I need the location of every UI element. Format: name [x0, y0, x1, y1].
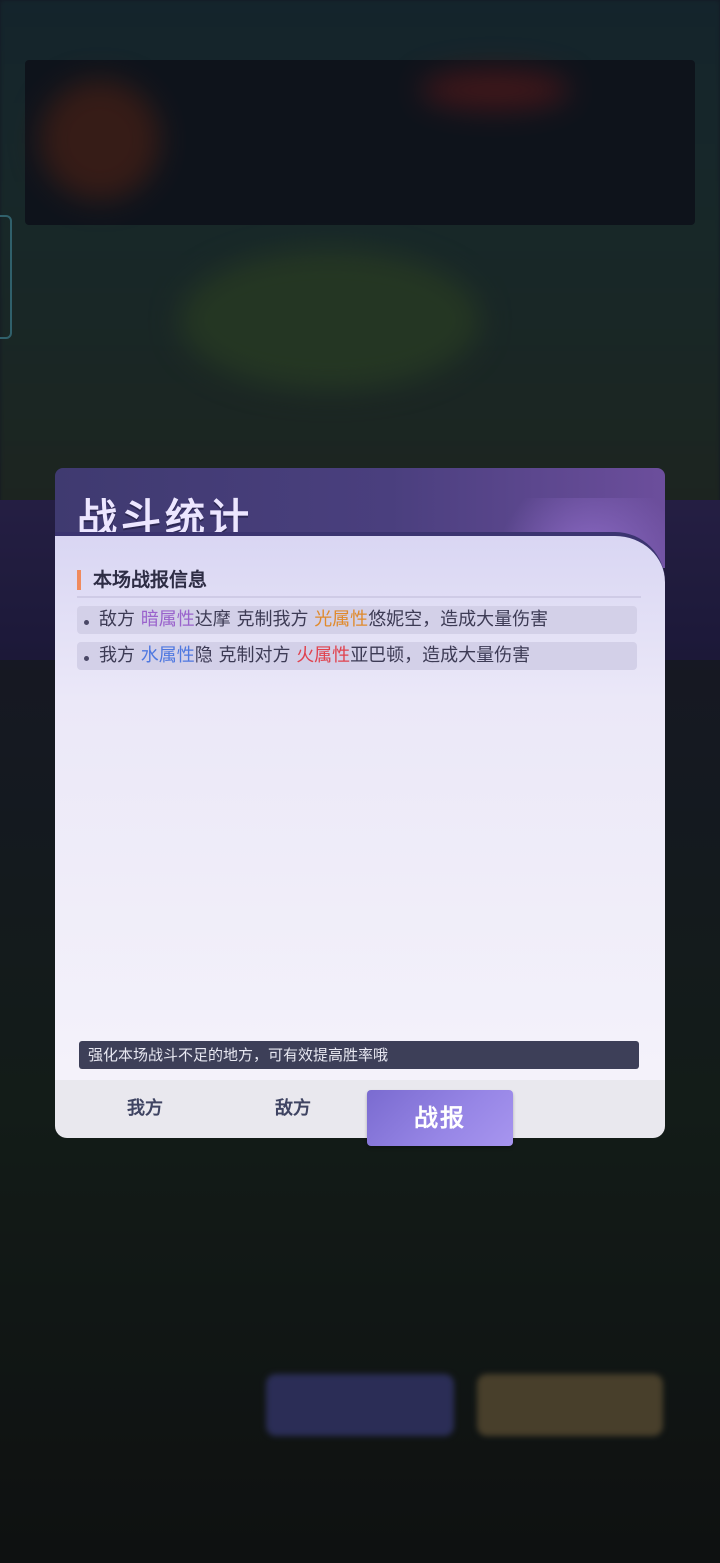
section-title: 本场战报信息: [93, 569, 208, 591]
section-header: 本场战报信息: [77, 566, 641, 598]
tip-bar: 强化本场战斗不足的地方，可有效提高胜率哦: [79, 1041, 639, 1069]
dark-attribute-label: 暗属性: [140, 609, 195, 630]
water-attribute-label: 水属性: [140, 645, 195, 666]
dialog-tab-bar: 我方 敌方 战报: [55, 1080, 665, 1146]
battle-stats-dialog: 战斗统计 本场战报信息 敌方 暗属性达摩 克制我方 光属性悠妮空，造成大量伤害 …: [55, 468, 665, 1146]
report-text: 亚巴顿，造成大量伤害: [350, 645, 531, 666]
bullet-icon: [84, 656, 89, 661]
tab-battle-report[interactable]: 战报: [367, 1090, 513, 1146]
report-text: 我方: [99, 645, 141, 666]
report-text: 敌方: [99, 609, 141, 630]
tab-ours[interactable]: 我方: [75, 1080, 215, 1138]
tab-enemy[interactable]: 敌方: [223, 1080, 363, 1138]
dialog-body: 本场战报信息 敌方 暗属性达摩 克制我方 光属性悠妮空，造成大量伤害 我方 水属…: [55, 532, 665, 1080]
battle-report-item: 敌方 暗属性达摩 克制我方 光属性悠妮空，造成大量伤害: [77, 606, 637, 634]
bullet-icon: [84, 620, 89, 625]
light-attribute-label: 光属性: [314, 609, 369, 630]
report-text: 隐 克制对方: [194, 645, 297, 666]
battle-report-item: 我方 水属性隐 克制对方 火属性亚巴顿，造成大量伤害: [77, 642, 637, 670]
report-text: 达摩 克制我方: [194, 609, 315, 630]
fire-attribute-label: 火属性: [296, 645, 351, 666]
battle-report-list: 敌方 暗属性达摩 克制我方 光属性悠妮空，造成大量伤害 我方 水属性隐 克制对方…: [77, 606, 637, 678]
report-text: 悠妮空，造成大量伤害: [368, 609, 549, 630]
section-accent-bar: [77, 570, 81, 590]
